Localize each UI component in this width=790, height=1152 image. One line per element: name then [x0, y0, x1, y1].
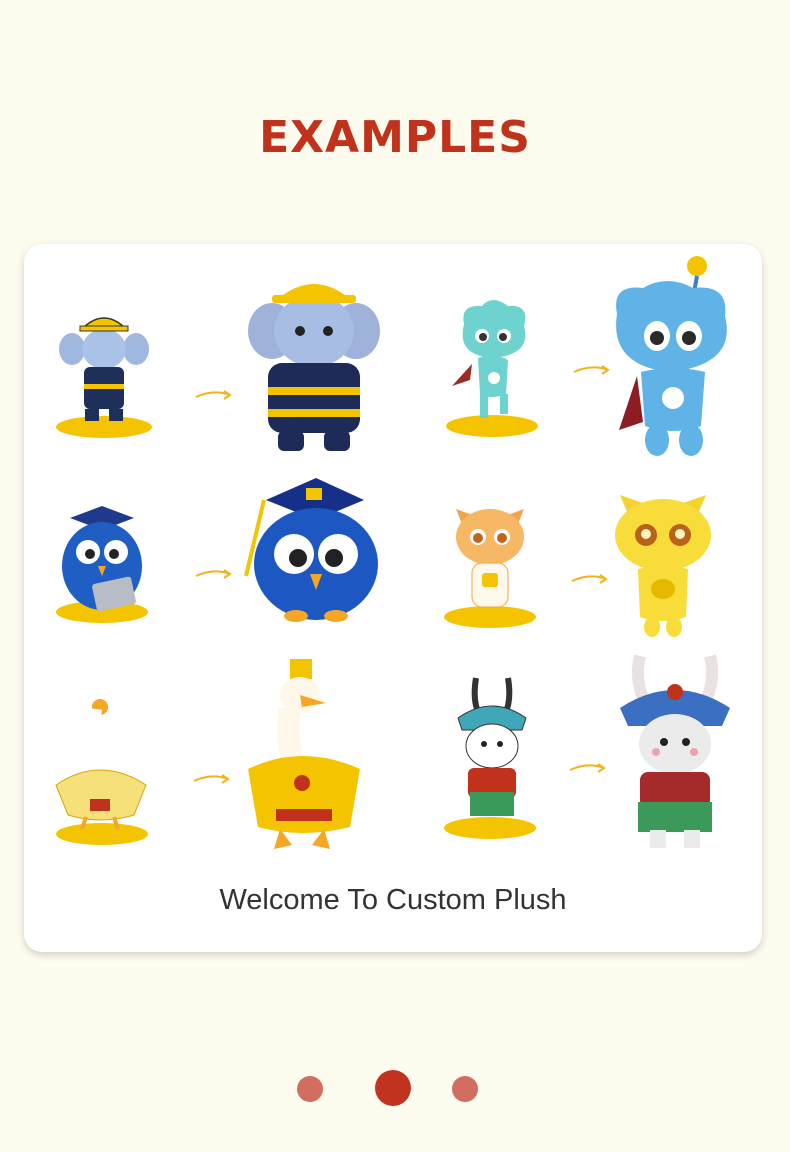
arrow-right-icon: [569, 763, 606, 773]
example-graduate-owl[interactable]: [54, 474, 378, 624]
arrow-right-icon: [571, 574, 608, 584]
goose-plush-photo: [248, 659, 360, 849]
carousel-dot-3[interactable]: [452, 1076, 478, 1102]
owl-drawing-image: [56, 506, 148, 623]
carousel-dot-2-active[interactable]: [375, 1070, 411, 1106]
arrow-right-icon: [195, 569, 232, 579]
alien-plush-photo: [616, 256, 727, 456]
rabbit-drawing-image: [444, 677, 536, 839]
example-chinese-goose[interactable]: [52, 659, 372, 854]
examples-card: Welcome To Custom Plush: [24, 244, 762, 952]
example-alien-mascot[interactable]: [442, 254, 742, 459]
example-orange-cat[interactable]: [442, 489, 742, 639]
cat-plush-photo: [615, 495, 711, 637]
elephant-plush-photo: [248, 284, 380, 451]
arrow-right-icon: [195, 390, 232, 400]
alien-drawing-image: [446, 300, 538, 437]
rabbit-plush-photo: [620, 654, 730, 848]
example-firefighter-elephant[interactable]: [54, 269, 380, 459]
carousel-dot-1[interactable]: [297, 1076, 323, 1102]
goose-drawing-image: [55, 699, 148, 845]
cat-drawing-image: [444, 509, 536, 628]
arrow-right-icon: [193, 774, 230, 784]
page-title: EXAMPLES: [259, 112, 531, 163]
elephant-drawing-image: [56, 317, 152, 438]
card-caption: Welcome To Custom Plush: [219, 884, 567, 916]
owl-plush-photo: [244, 478, 378, 622]
example-opera-rabbit[interactable]: [442, 652, 742, 852]
carousel-pagination: [0, 1070, 790, 1110]
